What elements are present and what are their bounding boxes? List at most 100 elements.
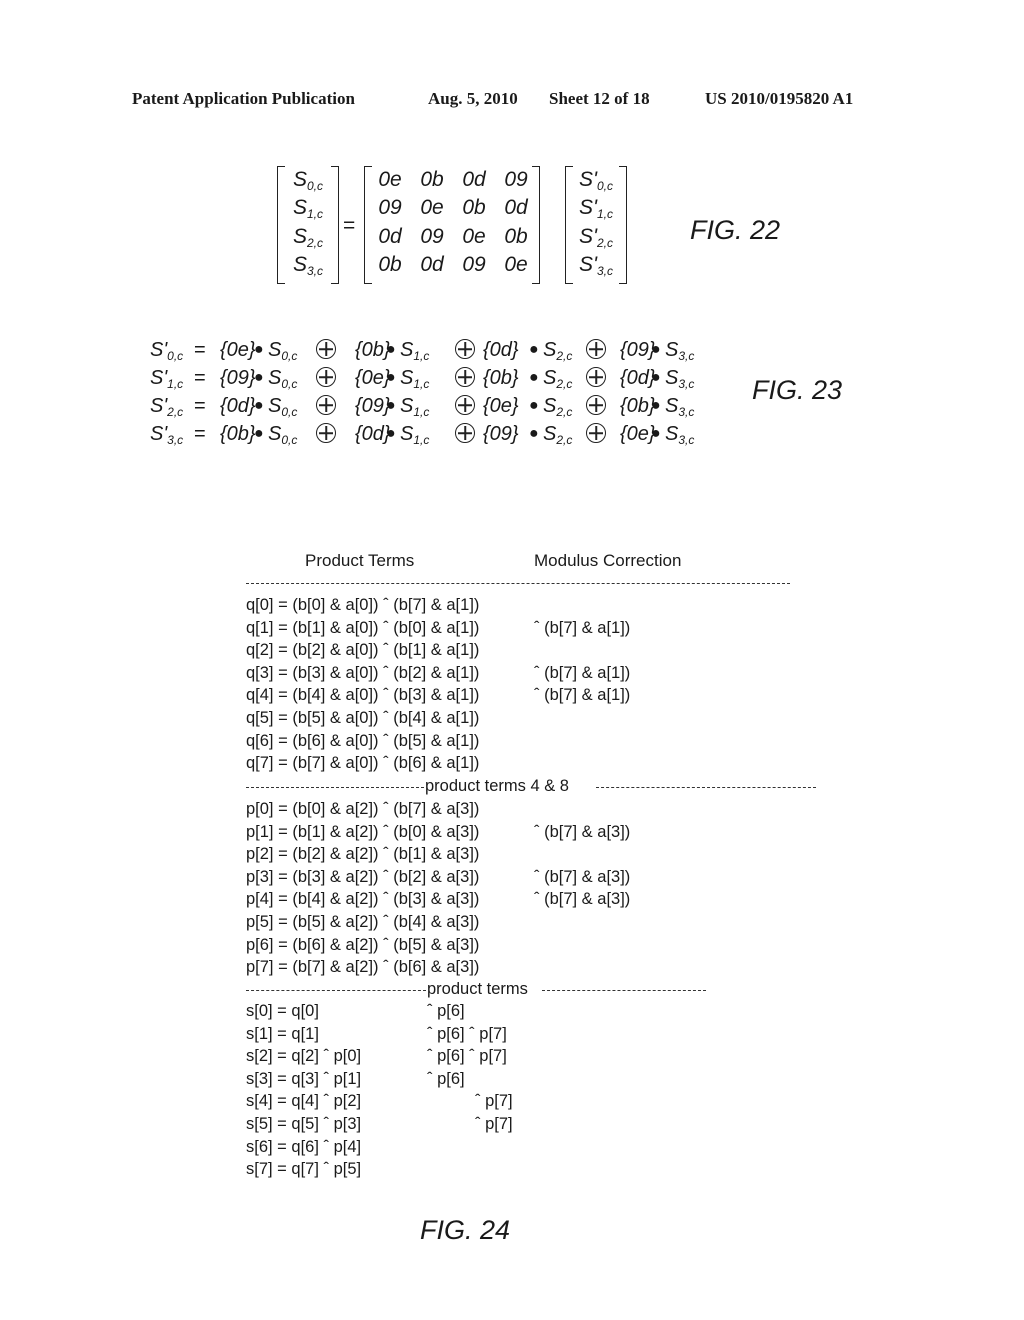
modulus-correction: ˆ (b[7] & a[3]) <box>534 822 631 841</box>
circled-plus-icon <box>316 395 336 415</box>
multiply-dot: ● <box>529 425 539 442</box>
symbol-base: S' <box>150 423 168 445</box>
symbol-base: S <box>400 423 414 445</box>
column-header-product-terms: Product Terms <box>305 551 415 570</box>
state-symbol: S2,c <box>543 423 573 447</box>
equation-row: S'3,c = {0b} ● S0,c {0d} ● S1,c {09} ● S2,c {0e} ● S3… <box>150 420 870 448</box>
modulus-correction: ˆ (b[7] & a[1]) <box>534 618 631 637</box>
product-term: p[7] = (b[7] & a[2]) ˆ (b[6] & a[3]) <box>246 958 480 977</box>
xor-operator <box>316 364 336 392</box>
circled-plus-icon <box>455 339 475 359</box>
symbol-base: S <box>400 367 414 389</box>
state-symbol: S'1,c <box>579 196 614 221</box>
symbol-subscript: 3,c <box>678 377 695 391</box>
product-term: q[4] = (b[4] & a[0]) ˆ (b[3] & a[1]) <box>246 686 480 705</box>
rhs-vector: S'0,c S'1,c S' 2,c S'3,c <box>565 166 627 285</box>
vector-cell: S'3,c <box>565 251 627 285</box>
state-symbol: S0,c <box>293 168 324 193</box>
figure-label: FIG. 22 <box>690 215 781 245</box>
symbol-subscript: 1,c <box>597 207 614 221</box>
modulus-correction: ˆ (b[7] & a[3]) <box>534 867 631 886</box>
circled-plus-icon <box>586 339 606 359</box>
state-term: S3,c <box>665 420 694 454</box>
state-symbol: S2,c <box>543 339 572 363</box>
circled-plus-icon <box>316 423 336 443</box>
symbol-subscript: 0,c <box>281 377 298 391</box>
product-term: q[3] = (b[3] & a[0]) ˆ (b[2] & a[1]) <box>246 663 480 682</box>
product-term: q[7] = (b[7] & a[0]) ˆ (b[6] & a[1]) <box>246 754 480 773</box>
product-term: p[1] = (b[1] & a[2]) ˆ (b[0] & a[3]) <box>246 822 480 841</box>
separator-line <box>542 990 706 991</box>
modulus-correction: ˆ p[6] <box>427 1002 465 1020</box>
sum-term: s[0] = q[0] <box>246 1002 319 1020</box>
symbol-subscript: 1,c <box>307 207 324 221</box>
equals-sign: = <box>343 214 356 237</box>
symbol-subscript: 2,c <box>556 433 573 447</box>
symbol-subscript: 0,c <box>281 405 298 419</box>
output-symbol: S'3,c <box>150 423 184 447</box>
modulus-correction: ˆ p[6] <box>427 1069 465 1088</box>
product-term: p[5] = (b[5] & a[2]) ˆ (b[4] & a[3]) <box>246 913 480 931</box>
equals-sign: = <box>194 395 206 417</box>
publication-date: Aug. 5, 2010 <box>428 89 518 108</box>
symbol-subscript: 0,c <box>307 179 324 193</box>
matrix-cell: 0b <box>462 196 486 219</box>
matrix-cell: 09 <box>462 253 486 276</box>
symbol-subscript: 1,c <box>413 405 430 419</box>
symbol-subscript: 0,c <box>167 349 184 363</box>
product-term: p[3] = (b[3] & a[2]) ˆ (b[2] & a[3]) <box>246 867 480 886</box>
product-term: q[5] = (b[5] & a[0]) ˆ (b[4] & a[1]) <box>246 709 480 727</box>
symbol-subscript: 1,c <box>413 377 430 391</box>
circled-plus-icon <box>455 367 475 387</box>
symbol-base: S <box>268 395 282 417</box>
matrix-row: 0b 0d 09 0e <box>364 251 540 279</box>
state-term: S0,c <box>268 420 297 454</box>
multiply-dot: ● <box>651 341 661 358</box>
coefficient: {0b} <box>220 423 256 445</box>
state-symbol: S1,c <box>293 196 324 221</box>
patent-number: US 2010/0195820 A1 <box>705 89 854 108</box>
symbol-base: S <box>292 225 307 248</box>
symbol-subscript: 2,c <box>597 236 614 250</box>
symbol-base: S <box>268 339 282 361</box>
symbol-subscript: 1,c <box>413 433 430 447</box>
equation-row: S'1,c = {09} ● S0,c {0e} ● S1,c {0b} ● S2,c {0d} ● S3… <box>150 364 870 392</box>
multiply-dot: ● <box>651 397 661 414</box>
symbol-base: S <box>665 367 679 389</box>
separator-line <box>246 990 426 991</box>
sum-term: s[4] = q[4] ˆ p[2] <box>246 1092 362 1111</box>
coefficient: {09} <box>220 367 256 389</box>
multiply-dot: ● <box>254 369 264 386</box>
symbol-base: S' <box>150 339 168 361</box>
sum-term: s[7] = q[7] ˆ p[5] <box>246 1160 362 1179</box>
multiply-dot: ● <box>529 397 539 414</box>
symbol-subscript: 0,c <box>281 349 298 363</box>
matrix-cell: 09 <box>378 196 402 219</box>
multiply-dot: ● <box>254 397 264 414</box>
vector-row: S'0,c <box>565 166 627 194</box>
symbol-base: S <box>543 339 557 361</box>
state-symbol: S'3,c <box>579 253 613 278</box>
symbol-subscript: 1,c <box>413 349 430 363</box>
symbol-base: S <box>665 395 679 417</box>
product-term: q[0] = (b[0] & a[0]) ˆ (b[7] & a[1]) <box>246 596 480 614</box>
state-symbol: S2,c <box>292 225 323 250</box>
product-term: p[0] = (b[0] & a[2]) ˆ (b[7] & a[3]) <box>246 800 480 818</box>
state-symbol: S3,c <box>665 339 694 363</box>
separator-line <box>246 583 790 584</box>
symbol-subscript: 3,c <box>678 433 695 447</box>
symbol-base: S <box>665 339 679 361</box>
sheet-number: Sheet 12 of 18 <box>549 89 650 108</box>
symbol-subscript: 3,c <box>678 405 695 419</box>
symbol-subscript: 2,c <box>167 405 184 419</box>
symbol-base: S' <box>578 168 597 191</box>
symbol-subscript: 3,c <box>167 433 184 447</box>
circled-plus-icon <box>586 395 606 415</box>
circled-plus-icon <box>316 367 336 387</box>
state-symbol: S0,c <box>268 395 298 419</box>
matrix-cell: 0d <box>462 168 486 191</box>
vector-row: S'1,c <box>565 194 627 222</box>
state-symbol: S2,c <box>543 367 572 391</box>
matrix-cell: 0b <box>420 168 444 191</box>
circled-plus-icon <box>455 395 475 415</box>
